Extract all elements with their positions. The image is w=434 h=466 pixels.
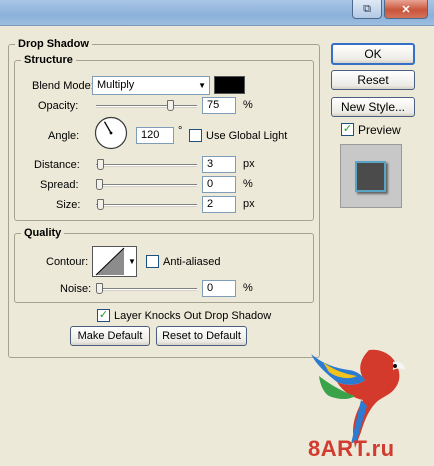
style-preview — [340, 144, 402, 208]
spread-slider-thumb[interactable] — [96, 179, 103, 190]
preview-label: Preview — [358, 123, 401, 137]
restore-icon: ⧉ — [363, 2, 371, 15]
noise-slider-track[interactable] — [96, 288, 197, 290]
distance-slider-thumb[interactable] — [97, 159, 104, 170]
size-slider-thumb[interactable] — [97, 199, 104, 210]
opacity-field[interactable]: 75 — [202, 97, 236, 114]
watermark-text: 8ART.ru — [308, 436, 395, 461]
opacity-unit: % — [243, 99, 253, 111]
size-label: Size: — [56, 199, 81, 211]
size-field[interactable]: 2 — [202, 196, 236, 213]
distance-unit: px — [243, 158, 255, 170]
knocks-out-checkbox[interactable]: ✓ — [97, 309, 110, 322]
use-global-light-label: Use Global Light — [206, 130, 288, 142]
close-icon: ✕ — [401, 3, 411, 16]
opacity-slider-thumb[interactable] — [166, 100, 174, 111]
opacity-label: Opacity: — [38, 100, 79, 112]
spread-unit: % — [243, 178, 253, 190]
preview-swatch — [355, 161, 386, 192]
size-unit: px — [243, 198, 255, 210]
angle-unit: ° — [178, 125, 183, 137]
size-slider-track[interactable] — [96, 204, 197, 206]
quality-title: Quality — [24, 227, 62, 239]
chevron-down-icon: ▼ — [128, 257, 136, 266]
blend-mode-select[interactable]: Multiply ▼ — [92, 76, 210, 95]
reset-button[interactable]: Reset — [331, 70, 415, 90]
noise-label: Noise: — [60, 283, 92, 295]
angle-label: Angle: — [48, 130, 80, 142]
checkmark-icon: ✓ — [98, 309, 109, 321]
ok-button[interactable]: OK — [331, 43, 415, 65]
reset-to-default-button[interactable]: Reset to Default — [156, 326, 247, 346]
spread-label: Spread: — [40, 179, 79, 191]
distance-slider-track[interactable] — [96, 164, 197, 166]
use-global-light-checkbox[interactable] — [189, 129, 202, 142]
noise-field[interactable]: 0 — [202, 280, 236, 297]
checkmark-icon: ✓ — [342, 123, 353, 135]
shadow-color-swatch[interactable] — [214, 76, 245, 94]
title-bar: ⧉ ✕ — [0, 0, 434, 26]
make-default-button[interactable]: Make Default — [70, 326, 150, 346]
blend-mode-label: Blend Mode: — [32, 80, 94, 92]
layer-style-dialog: Drop Shadow Structure Blend Mode: Multip… — [4, 26, 430, 466]
distance-field[interactable]: 3 — [202, 156, 236, 173]
spread-field[interactable]: 0 — [202, 176, 236, 193]
anti-aliased-checkbox[interactable] — [146, 255, 159, 268]
distance-label: Distance: — [34, 159, 80, 171]
angle-field[interactable]: 120 — [136, 127, 174, 144]
contour-preview-icon — [95, 247, 125, 276]
close-button[interactable]: ✕ — [384, 0, 428, 19]
preview-checkbox[interactable]: ✓ — [341, 123, 354, 136]
angle-dial[interactable] — [94, 116, 128, 150]
anti-aliased-label: Anti-aliased — [163, 256, 221, 268]
spread-slider-track[interactable] — [96, 184, 197, 186]
opacity-slider-track[interactable] — [96, 105, 197, 107]
drop-shadow-title: Drop Shadow — [18, 38, 89, 50]
new-style-button[interactable]: New Style... — [331, 97, 415, 117]
chevron-down-icon: ▼ — [198, 81, 206, 90]
knocks-out-label: Layer Knocks Out Drop Shadow — [114, 310, 272, 322]
structure-title: Structure — [24, 54, 73, 66]
contour-picker[interactable]: ▼ — [92, 246, 137, 277]
restore-button[interactable]: ⧉ — [352, 0, 382, 19]
noise-slider-thumb[interactable] — [96, 283, 103, 294]
blend-mode-value: Multiply — [97, 79, 135, 91]
contour-label: Contour: — [46, 256, 89, 268]
noise-unit: % — [243, 282, 253, 294]
